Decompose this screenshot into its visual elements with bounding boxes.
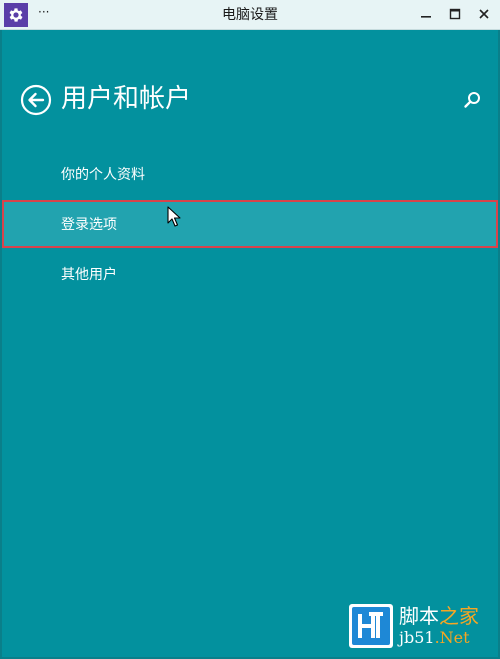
menu-item-label: 登录选项 <box>61 217 117 233</box>
page-title: 用户和帐户 <box>61 84 192 114</box>
watermark-text-top: 脚本之家 <box>399 604 479 628</box>
title-bar: ··· 电脑设置 <box>0 0 500 30</box>
search-icon <box>464 92 480 108</box>
search-button[interactable] <box>462 90 482 110</box>
menu-item-other-users[interactable]: 其他用户 <box>2 250 498 298</box>
close-icon <box>479 9 489 19</box>
window-frame-left <box>0 30 2 659</box>
back-arrow-icon <box>20 84 52 116</box>
minimize-icon <box>421 16 431 18</box>
watermark-logo <box>349 604 393 648</box>
mouse-cursor-icon <box>167 206 181 227</box>
maximize-icon <box>449 8 461 20</box>
menu-item-label: 你的个人资料 <box>61 167 145 183</box>
minimize-button[interactable] <box>414 3 438 25</box>
menu-item-label: 其他用户 <box>61 267 117 283</box>
back-button[interactable] <box>20 84 52 116</box>
close-button[interactable] <box>472 3 496 25</box>
menu-item-profile[interactable]: 你的个人资料 <box>2 150 498 198</box>
maximize-button[interactable] <box>443 3 467 25</box>
menu-item-sign-in-options[interactable]: 登录选项 <box>2 200 498 248</box>
watermark-text-bottom: jb51.Net <box>399 628 470 647</box>
